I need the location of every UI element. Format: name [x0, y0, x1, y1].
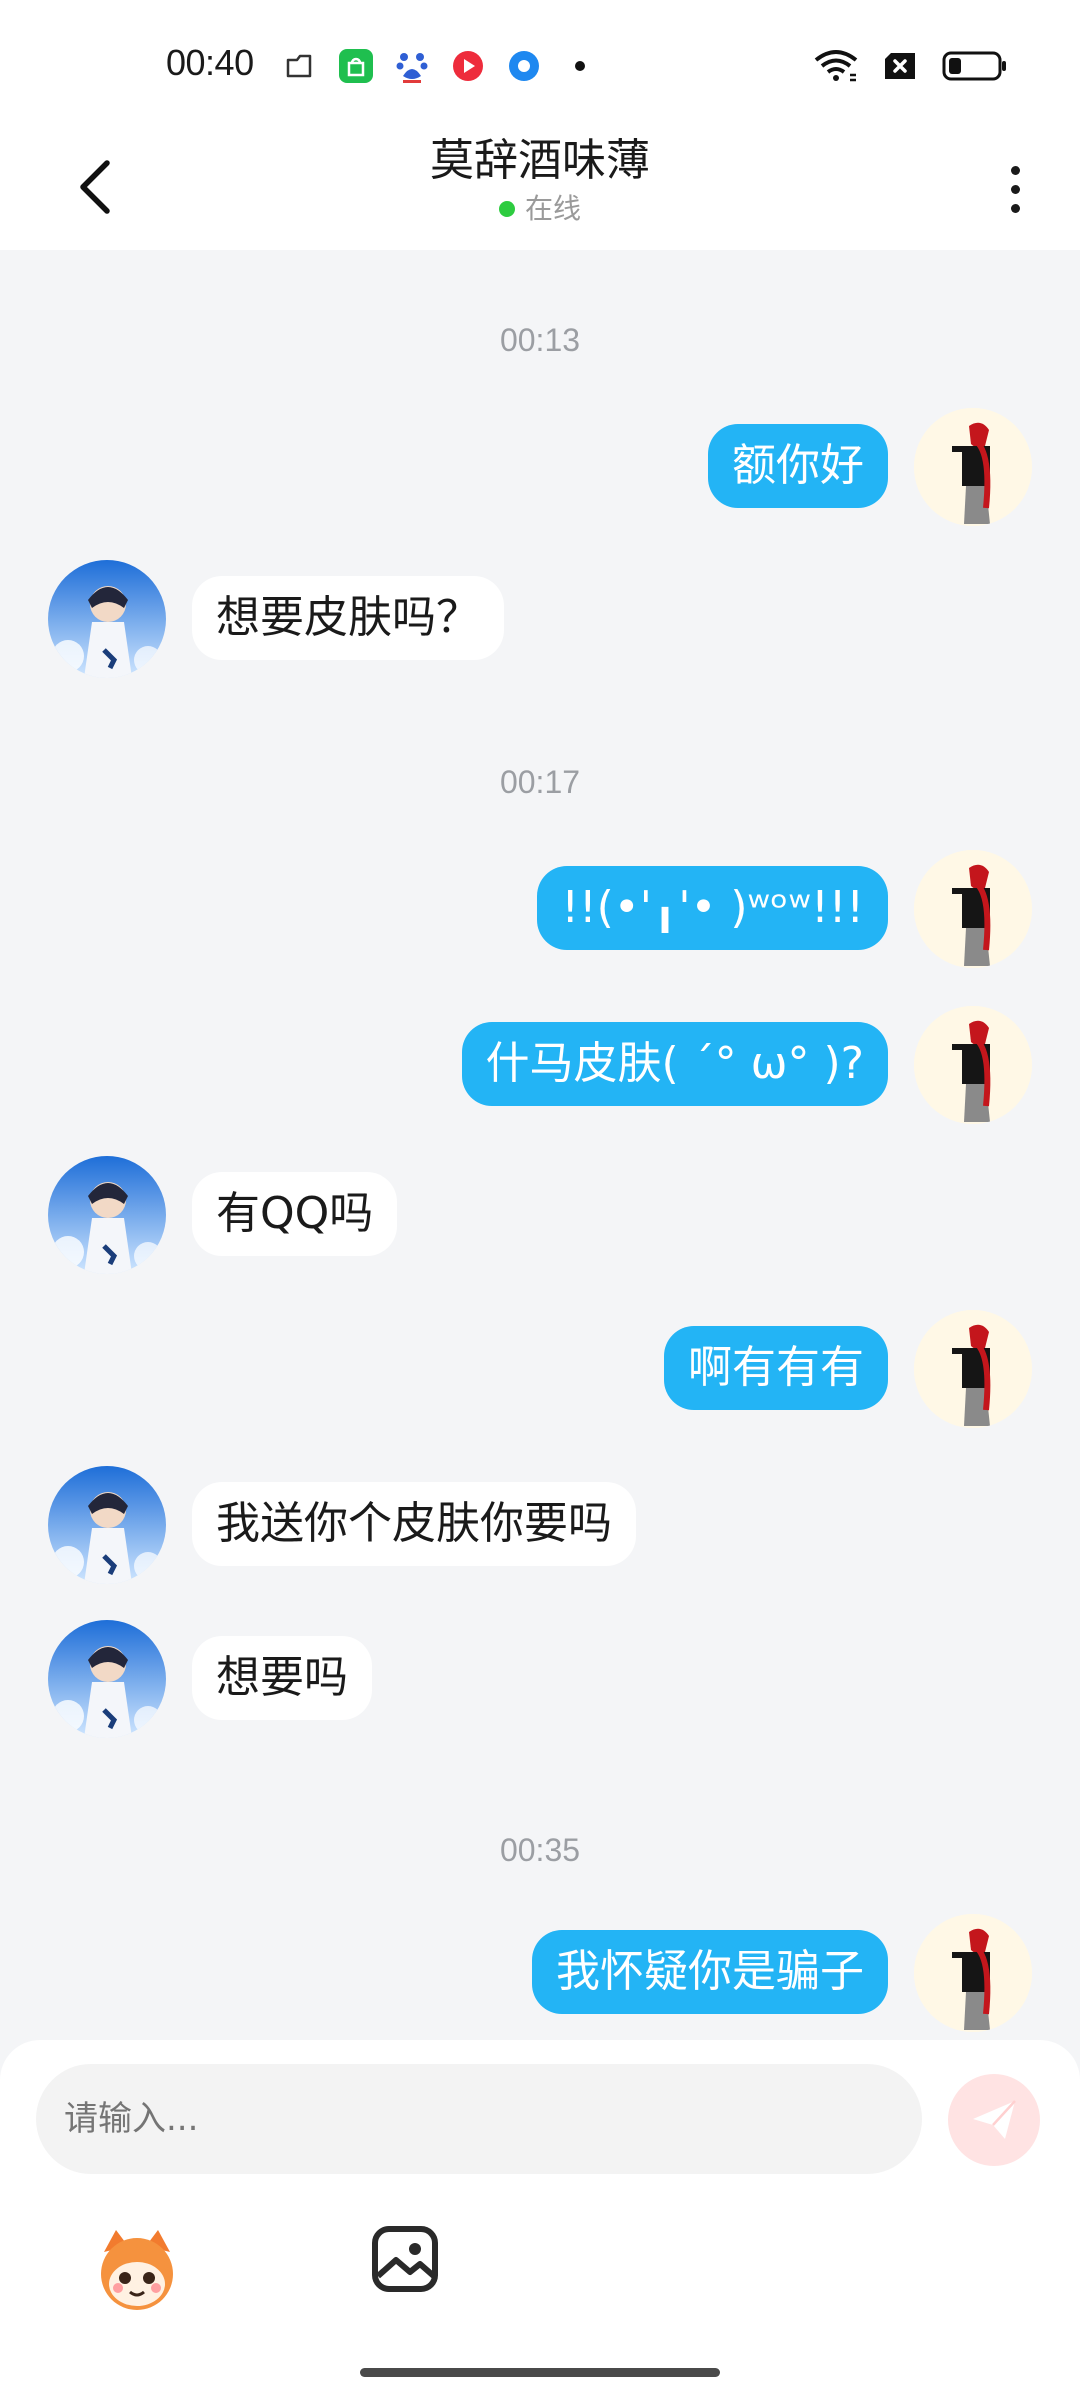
- message-received: 有QQ吗: [0, 1156, 1080, 1280]
- message-received: 想要吗: [0, 1620, 1080, 1744]
- my-avatar[interactable]: [914, 408, 1032, 526]
- message-bubble[interactable]: 我送你个皮肤你要吗: [192, 1482, 636, 1566]
- video-red-icon: [450, 48, 486, 84]
- send-icon: [973, 2100, 1016, 2139]
- status-icons-right: [814, 46, 1008, 86]
- message-sent: !!(•'╻'• )ʷᵒʷ!!!: [0, 850, 1080, 974]
- status-time: 00:40: [166, 42, 254, 83]
- shopping-bag-icon: [338, 48, 374, 84]
- presence-label: 在线: [524, 192, 581, 225]
- message-bubble[interactable]: 想要皮肤吗？: [192, 576, 504, 660]
- message-bubble[interactable]: 有QQ吗: [192, 1172, 398, 1256]
- message-bubble[interactable]: 啊有有有: [664, 1326, 888, 1410]
- message-bubble[interactable]: 我怀疑你是骗子: [532, 1930, 888, 2014]
- message-sent: 什马皮肤( ˊ° ω° )?: [0, 1006, 1080, 1130]
- my-avatar[interactable]: [914, 1310, 1032, 1428]
- more-vertical-icon: [1010, 203, 1020, 213]
- my-avatar[interactable]: [914, 1914, 1032, 2032]
- more-vertical-icon: [1010, 165, 1020, 175]
- home-indicator[interactable]: [360, 2368, 720, 2377]
- chat-header: 莫辞酒味薄 在线: [0, 125, 1080, 250]
- more-vertical-icon: [1010, 184, 1020, 194]
- contact-name: 莫辞酒味薄: [430, 135, 650, 186]
- battery-icon: [942, 48, 1008, 84]
- message-received: 我送你个皮肤你要吗: [0, 1466, 1080, 1590]
- message-bubble[interactable]: 额你好: [708, 424, 888, 508]
- message-list[interactable]: 00:13 额你好 想要皮肤吗？ 00:17 !!(•'╻'• )ʷᵒʷ!!! …: [0, 250, 1080, 2040]
- image-icon: [372, 2226, 438, 2292]
- mascot-sticker-icon: [101, 2230, 173, 2310]
- timestamp: 00:13: [499, 322, 581, 358]
- more-options-button[interactable]: [990, 151, 1040, 227]
- message-bubble[interactable]: 想要吗: [192, 1636, 372, 1720]
- online-dot-icon: [498, 201, 515, 217]
- contact-avatar[interactable]: [48, 1620, 166, 1738]
- message-sent: 啊有有有: [0, 1310, 1080, 1434]
- my-avatar[interactable]: [914, 1006, 1032, 1124]
- presence-status: 在线: [498, 191, 581, 227]
- notification-dot-icon: [562, 48, 598, 84]
- contact-avatar[interactable]: [48, 1466, 166, 1584]
- message-sent: 我怀疑你是骗子: [0, 1914, 1080, 2038]
- image-button[interactable]: [370, 2224, 440, 2294]
- baidu-paw-icon: [394, 48, 430, 84]
- timestamp: 00:17: [499, 764, 581, 800]
- message-received: 想要皮肤吗？: [0, 560, 1080, 684]
- contact-avatar[interactable]: [48, 1156, 166, 1274]
- message-bubble[interactable]: !!(•'╻'• )ʷᵒʷ!!!: [537, 866, 888, 950]
- contact-avatar[interactable]: [48, 560, 166, 678]
- status-bar: 00:40: [0, 0, 1080, 125]
- message-sent: 额你好: [0, 408, 1080, 532]
- my-avatar[interactable]: [914, 850, 1032, 968]
- blue-circle-app-icon: [506, 48, 542, 84]
- status-icons-left: [282, 46, 598, 86]
- title-area: 莫辞酒味薄 在线: [0, 131, 1080, 227]
- send-button[interactable]: [948, 2074, 1040, 2166]
- message-input[interactable]: [36, 2064, 922, 2174]
- timestamp: 00:35: [499, 1832, 581, 1868]
- composer: [0, 2040, 1080, 2400]
- folder-icon: [282, 48, 318, 84]
- message-bubble[interactable]: 什马皮肤( ˊ° ω° )?: [461, 1022, 888, 1106]
- no-sim-icon: [882, 48, 918, 84]
- sticker-button[interactable]: [90, 2222, 184, 2316]
- wifi-icon: [814, 48, 858, 84]
